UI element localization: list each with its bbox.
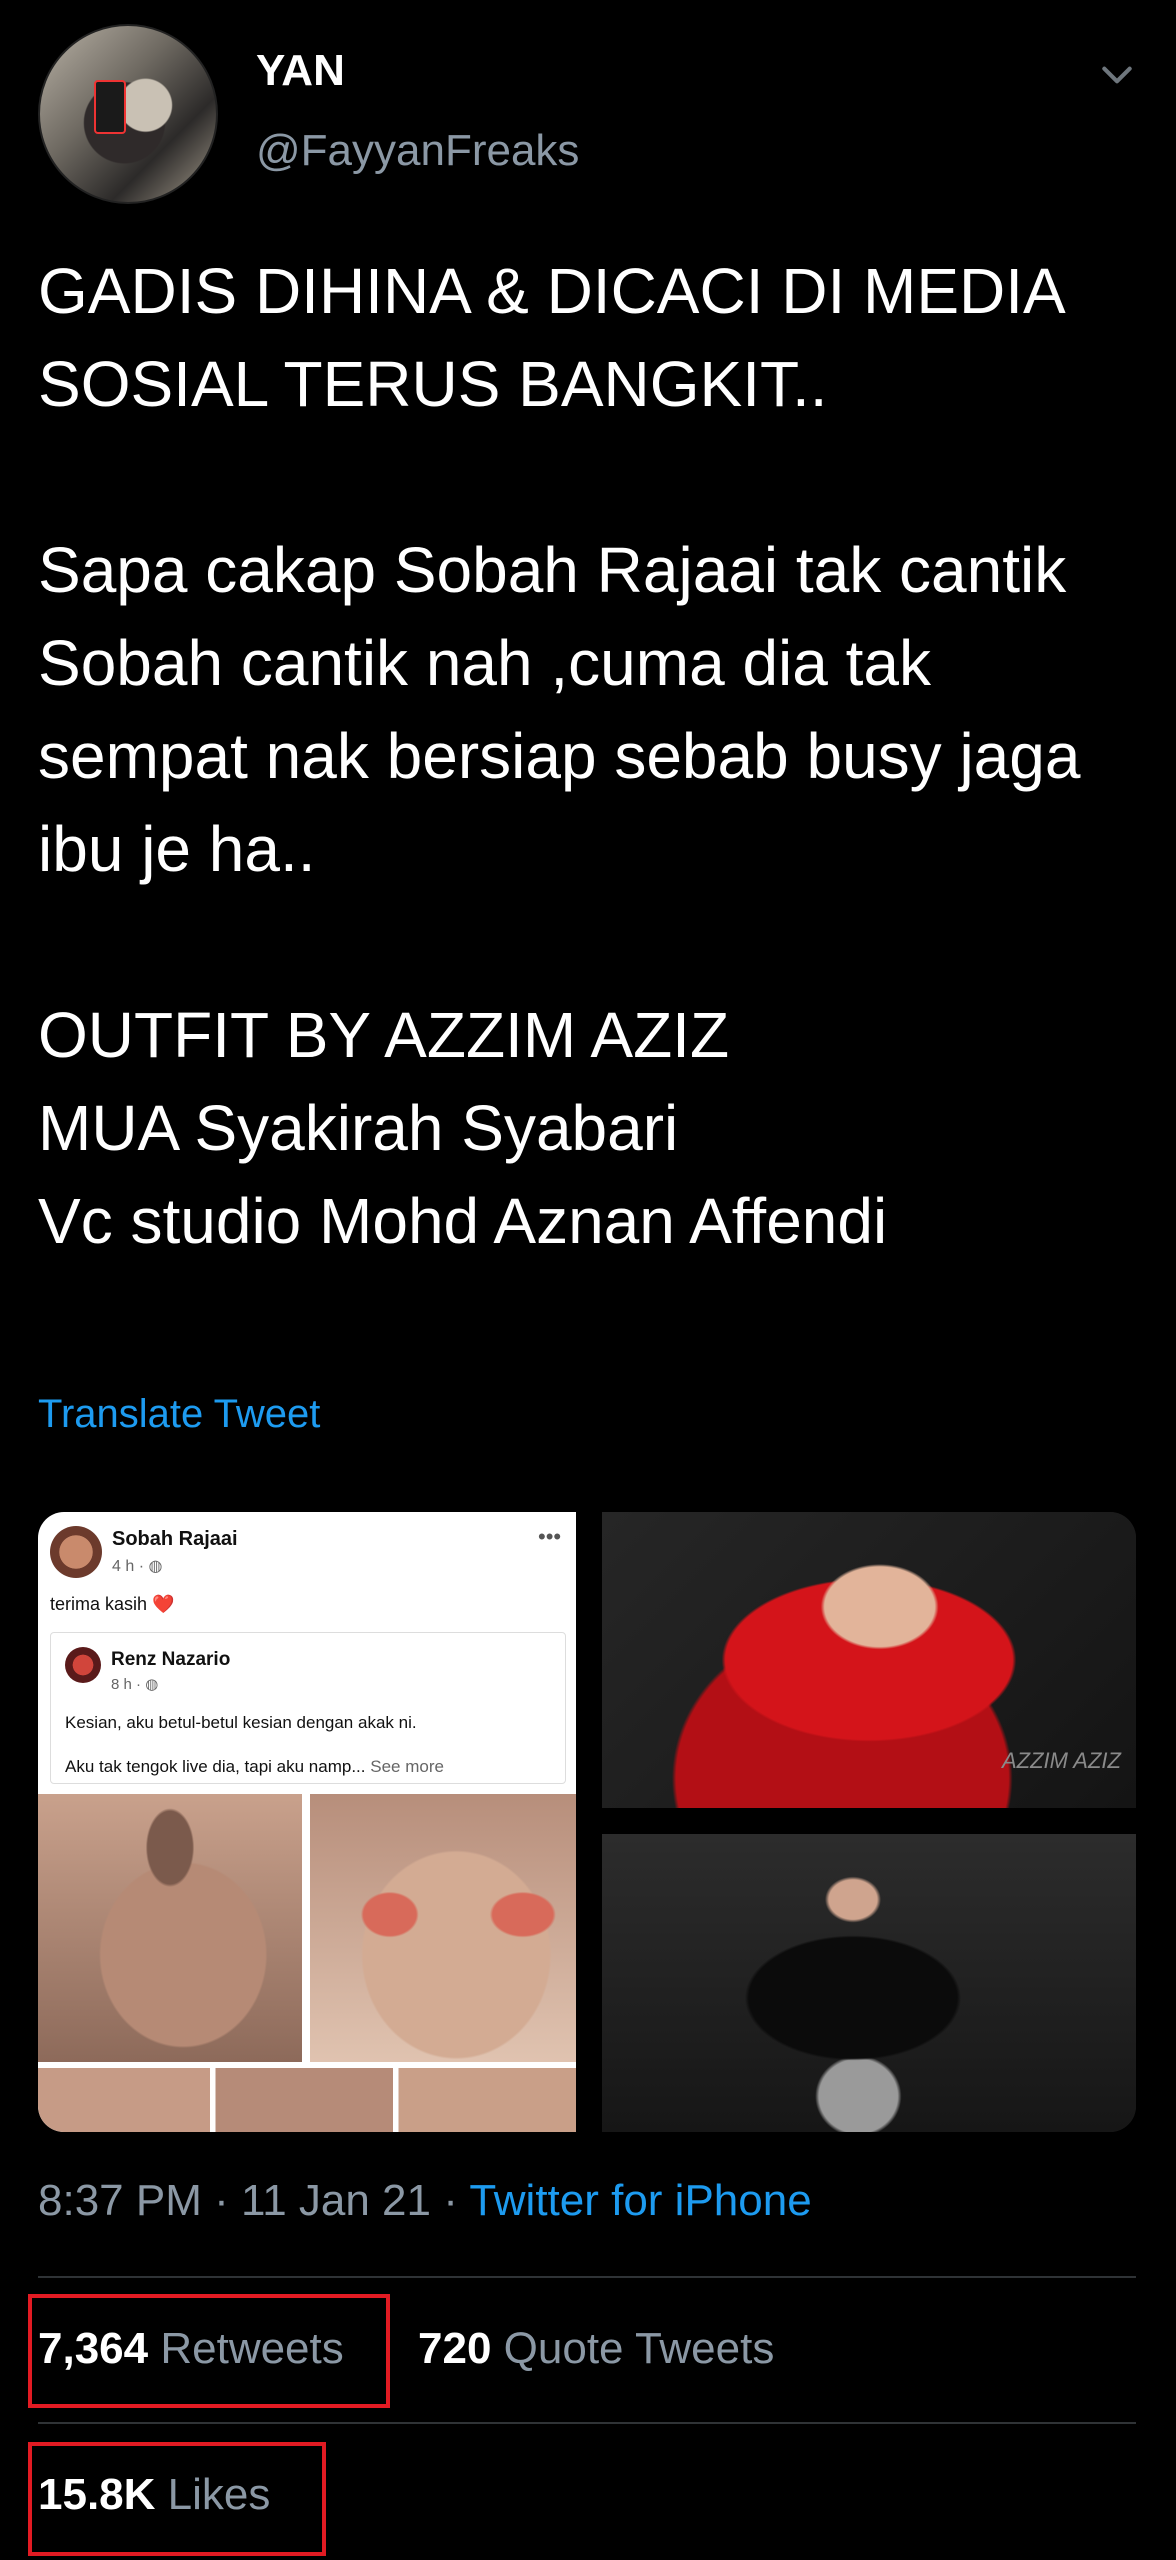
- shared-post-author: Renz Nazario: [111, 1649, 231, 1670]
- globe-icon: ◍: [145, 1676, 159, 1693]
- media-photo-red-hijab[interactable]: AZZIM AZIZ: [602, 1512, 1136, 1808]
- shared-post-avatar: [65, 1647, 101, 1683]
- phone-icon: [94, 80, 126, 134]
- tweet-text: GADIS DIHINA & DICACI DI MEDIA SOSIAL TE…: [38, 255, 1081, 1257]
- shared-post: Renz Nazario 8 h · ◍ Kesian, aku betul-b…: [50, 1632, 566, 1784]
- photo-watermark: AZZIM AZIZ: [1002, 1748, 1121, 1773]
- quotes-count: 720: [418, 2324, 492, 2373]
- chevron-down-icon[interactable]: [1098, 56, 1136, 94]
- tweet-metadata: 8:37 PM · 11 Jan 21 · Twitter for iPhone: [38, 2176, 812, 2225]
- post-photo-closeup-2: [310, 1794, 576, 2062]
- retweets-label: Retweets: [160, 2324, 344, 2373]
- author-avatar[interactable]: [38, 24, 218, 204]
- quotes-label: Quote Tweets: [503, 2324, 775, 2373]
- photo-black-outfit: [602, 1834, 1136, 2132]
- quote-tweets-stat[interactable]: 720 Quote Tweets: [418, 2324, 774, 2374]
- post-author-name: Sobah Rajaai: [112, 1528, 238, 1550]
- tweet-time: 8:37 PM: [38, 2176, 202, 2225]
- retweets-count: 7,364: [38, 2324, 149, 2373]
- heart-icon: ❤️: [152, 1594, 175, 1614]
- translate-tweet-link[interactable]: Translate Tweet: [38, 1392, 320, 1437]
- tweet-header: YAN @FayyanFreaks: [0, 0, 1176, 210]
- divider: [38, 2276, 1136, 2278]
- author-handle[interactable]: @FayyanFreaks: [256, 126, 579, 176]
- shared-post-line-1: Kesian, aku betul-betul kesian dengan ak…: [65, 1713, 417, 1732]
- likes-label: Likes: [167, 2470, 271, 2519]
- tweet-source-link[interactable]: Twitter for iPhone: [469, 2176, 811, 2225]
- tweet-date: 11 Jan 21: [240, 2176, 431, 2225]
- shared-post-time: 8 h · ◍: [111, 1676, 159, 1693]
- post-photo-closeup-1: [38, 1794, 302, 2062]
- tweet-media-grid: Sobah Rajaai 4 h · ◍ ••• terima kasih ❤️…: [38, 1512, 1136, 2132]
- see-more-link: See more: [370, 1757, 444, 1776]
- post-time: 4 h · ◍: [112, 1558, 163, 1575]
- post-caption: terima kasih ❤️: [50, 1594, 175, 1614]
- author-display-name[interactable]: YAN: [256, 46, 345, 96]
- likes-stat[interactable]: 15.8K Likes: [38, 2470, 270, 2520]
- post-avatar: [50, 1526, 102, 1578]
- retweets-stat[interactable]: 7,364 Retweets: [38, 2324, 344, 2374]
- likes-count: 15.8K: [38, 2470, 156, 2519]
- media-post-screenshot[interactable]: Sobah Rajaai 4 h · ◍ ••• terima kasih ❤️…: [38, 1512, 576, 2132]
- more-options-icon: •••: [538, 1524, 562, 1549]
- shared-post-line-2: Aku tak tengok live dia, tapi aku namp..…: [65, 1757, 444, 1776]
- media-photo-black-outfit[interactable]: [602, 1834, 1136, 2132]
- divider: [38, 2422, 1136, 2424]
- globe-icon: ◍: [148, 1558, 163, 1575]
- post-photo-strip: [38, 2068, 576, 2132]
